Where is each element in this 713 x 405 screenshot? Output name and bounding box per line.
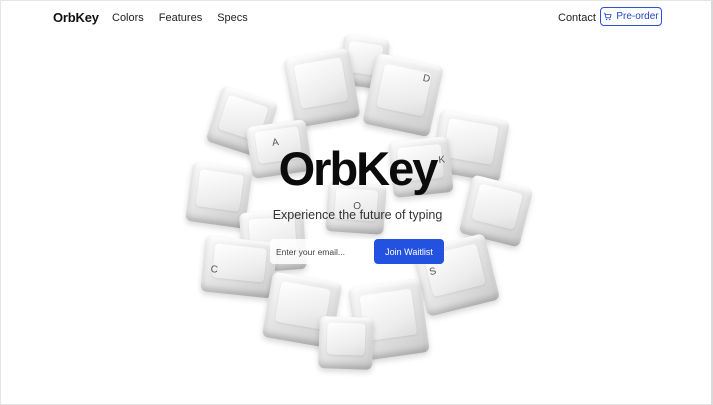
keycap-glyph: S [428,265,438,279]
keycap [318,316,374,370]
nav-link-features[interactable]: Features [159,12,202,24]
keycap-cluster-image: D A K O C S [1,1,711,404]
hero-title: OrbKey [278,142,439,195]
page-frame: D A K O C S OrbKey Colors Features Specs… [0,0,713,405]
cart-icon [604,12,612,21]
join-waitlist-button[interactable]: Join Waitlist [374,239,444,264]
preorder-button[interactable]: Pre-order [600,7,662,26]
nav-link-contact[interactable]: Contact [558,12,596,24]
email-input[interactable] [270,239,376,264]
logo[interactable]: OrbKey [53,10,99,25]
keycap-glyph: D [421,72,432,86]
keycap-glyph: C [210,264,219,276]
keycap: C [200,235,278,299]
nav-link-colors[interactable]: Colors [112,12,144,24]
preorder-label: Pre-order [616,11,659,22]
nav-link-specs[interactable]: Specs [217,12,248,24]
hero-subtitle: Experience the future of typing [272,208,443,222]
keycap: D [362,52,444,138]
top-nav: OrbKey Colors Features Specs Contact Pre… [1,1,711,33]
waitlist-form: Join Waitlist [270,239,446,264]
nav-links: Colors Features Specs [112,12,248,24]
keycap [283,47,361,129]
